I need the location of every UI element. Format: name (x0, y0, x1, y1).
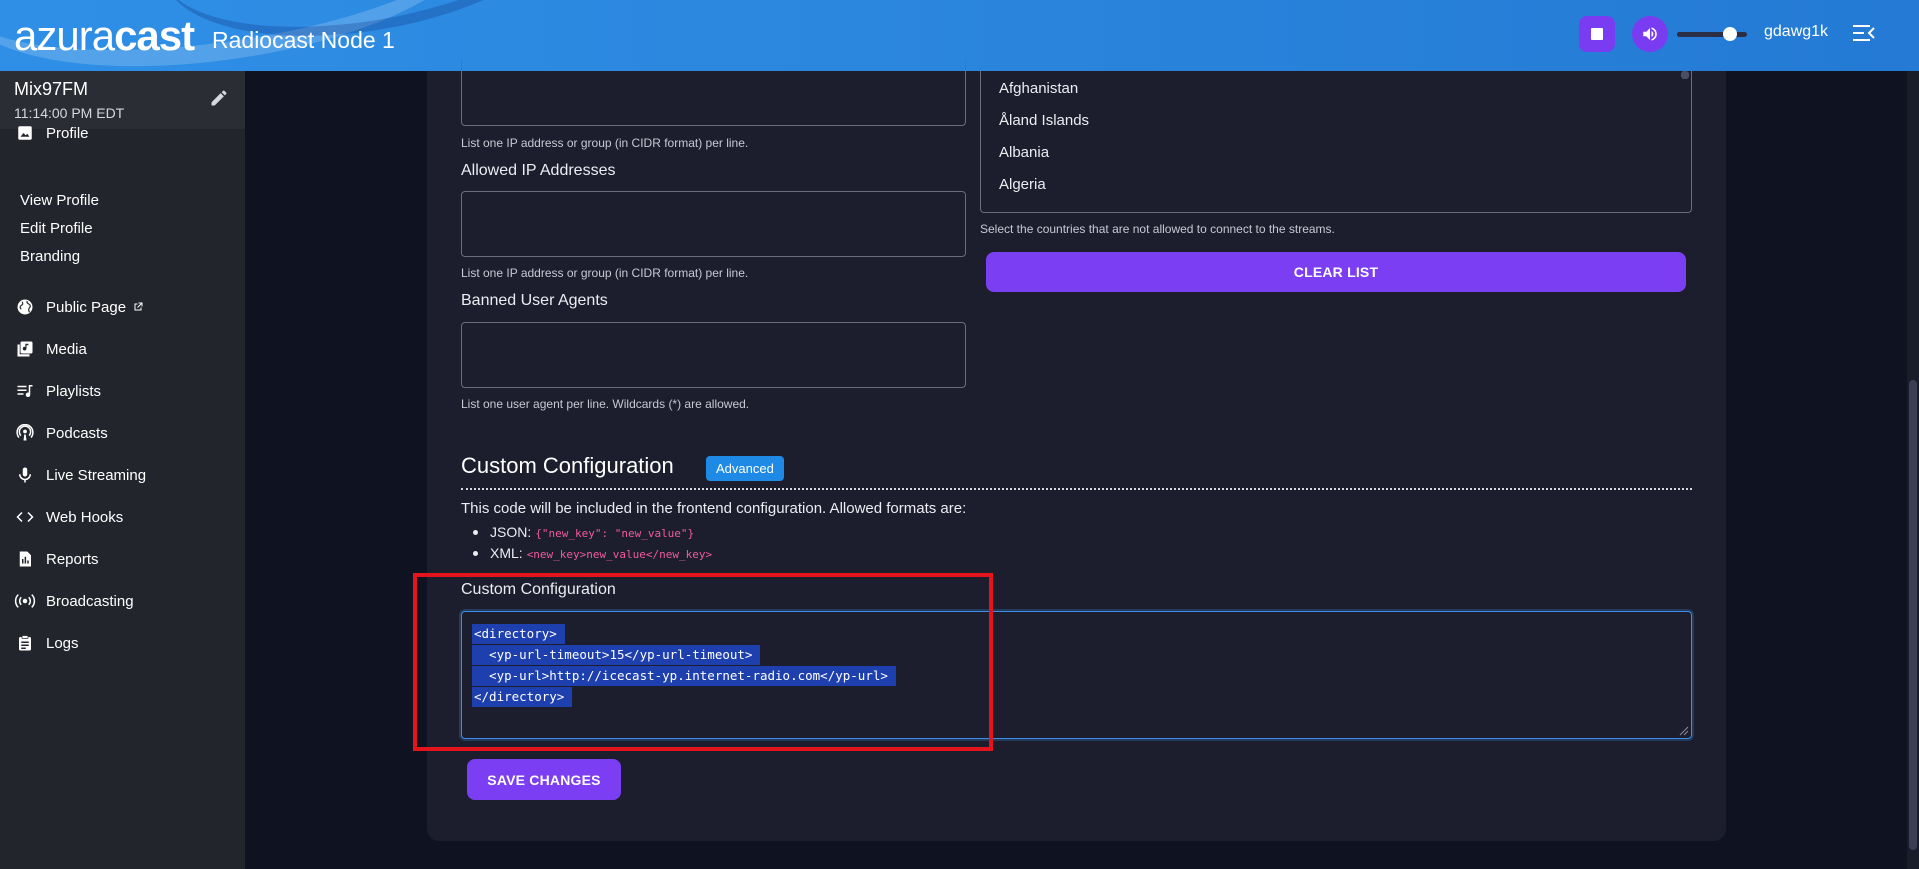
sidebar-item-live-streaming[interactable]: Live Streaming (14, 463, 146, 487)
clear-list-button[interactable]: CLEAR LIST (986, 252, 1686, 292)
playlist-icon (14, 380, 36, 402)
xml-format-item: XML: <new_key>new_value</new_key> (473, 545, 712, 561)
sidebar-item-profile[interactable]: Profile (14, 121, 89, 145)
save-changes-button[interactable]: SAVE CHANGES (467, 759, 621, 800)
allowed-ip-textarea[interactable] (461, 191, 966, 257)
country-option[interactable]: Åland Islands (999, 112, 1089, 129)
media-library-icon (14, 338, 36, 360)
sidebar-item-media[interactable]: Media (14, 337, 87, 361)
page-scrollbar-thumb[interactable] (1909, 380, 1917, 850)
sidebar-subitem-view-profile[interactable]: View Profile (20, 192, 99, 209)
sidebar-item-label: Profile (46, 124, 89, 142)
banned-ip-help: List one IP address or group (in CIDR fo… (461, 136, 749, 150)
config-description: This code will be included in the fronte… (461, 500, 967, 517)
menu-toggle-button[interactable] (1852, 22, 1876, 48)
sidebar-item-label: Reports (46, 550, 99, 568)
logo-text-bold: cast (114, 12, 195, 59)
sidebar-item-label: Media (46, 340, 87, 358)
json-example: {"new_key": "new_value"} (535, 527, 695, 540)
pencil-icon (211, 90, 227, 106)
sidebar-subitem-edit-profile[interactable]: Edit Profile (20, 220, 93, 237)
mute-button[interactable] (1632, 16, 1668, 52)
broadcast-icon (14, 590, 36, 612)
volume-icon (1643, 27, 1657, 41)
xml-example: <new_key>new_value</new_key> (526, 548, 713, 561)
list-scrollbar[interactable] (1681, 71, 1689, 79)
code-brackets-icon (14, 506, 36, 528)
sidebar-item-label: Broadcasting (46, 592, 134, 610)
sidebar-item-label: Logs (46, 634, 79, 652)
json-format-item: JSON: {"new_key": "new_value"} (473, 524, 694, 540)
volume-slider[interactable] (1677, 27, 1747, 41)
edit-station-button[interactable] (209, 88, 229, 112)
podcast-icon (14, 422, 36, 444)
logo-text-light: azura (14, 12, 115, 59)
sidebar-item-logs[interactable]: Logs (14, 631, 79, 655)
report-icon (14, 548, 36, 570)
banned-ua-textarea[interactable] (461, 322, 966, 388)
sidebar-item-label: Public Page (46, 298, 127, 316)
banned-countries-select[interactable]: Afghanistan Åland Islands Albania Algeri… (980, 71, 1692, 213)
sidebar-item-playlists[interactable]: Playlists (14, 379, 101, 403)
bullet-dot (473, 551, 478, 556)
sidebar: Mix97FM 11:14:00 PM EDT Profile View Pro… (0, 71, 245, 869)
sidebar-item-broadcasting[interactable]: Broadcasting (14, 589, 134, 613)
section-title: Custom Configuration (461, 453, 674, 478)
banned-ua-label: Banned User Agents (461, 292, 608, 309)
banned-ua-help: List one user agent per line. Wildcards … (461, 397, 750, 411)
sidebar-item-label: Podcasts (46, 424, 108, 442)
station-time: 11:14:00 PM EDT (14, 105, 125, 121)
stop-icon (1591, 28, 1603, 40)
image-icon (14, 122, 36, 144)
sidebar-item-label: Web Hooks (46, 508, 124, 526)
globe-icon (14, 296, 36, 318)
json-label: JSON: (490, 524, 532, 540)
stop-button[interactable] (1579, 16, 1615, 52)
microphone-icon (14, 464, 36, 486)
section-divider (461, 488, 1692, 490)
sidebar-item-public-page[interactable]: Public Page (14, 295, 144, 319)
bullet-dot (473, 530, 478, 535)
allowed-ip-help: List one IP address or group (in CIDR fo… (461, 266, 749, 280)
user-menu-name[interactable]: gdawg1k (1764, 23, 1828, 41)
country-option[interactable]: Afghanistan (999, 80, 1078, 97)
country-option[interactable]: Albania (999, 144, 1049, 161)
station-name: Mix97FM (14, 79, 89, 99)
xml-label: XML: (490, 545, 523, 561)
country-option[interactable]: Algeria (999, 176, 1046, 193)
menu-collapse-icon (1853, 25, 1875, 41)
resize-handle-icon[interactable] (1679, 726, 1689, 736)
annotation-highlight-box (413, 573, 993, 751)
node-name: Radiocast Node 1 (212, 27, 395, 53)
external-link-icon (132, 301, 144, 313)
clipboard-icon (14, 632, 36, 654)
sidebar-item-label: Playlists (46, 382, 102, 400)
volume-slider-thumb[interactable] (1722, 27, 1737, 41)
volume-slider-fill (1677, 32, 1730, 37)
azuracast-logo[interactable]: azuracast (14, 12, 195, 60)
sidebar-item-reports[interactable]: Reports (14, 547, 99, 571)
sidebar-subitem-branding[interactable]: Branding (20, 248, 80, 265)
sidebar-item-label: Live Streaming (46, 466, 147, 484)
advanced-badge: Advanced (706, 456, 784, 481)
sidebar-item-web-hooks[interactable]: Web Hooks (14, 505, 123, 529)
allowed-ip-label: Allowed IP Addresses (461, 162, 616, 179)
sidebar-item-podcasts[interactable]: Podcasts (14, 421, 108, 445)
countries-help: Select the countries that are not allowe… (980, 222, 1335, 236)
banned-ip-textarea[interactable] (461, 60, 966, 126)
